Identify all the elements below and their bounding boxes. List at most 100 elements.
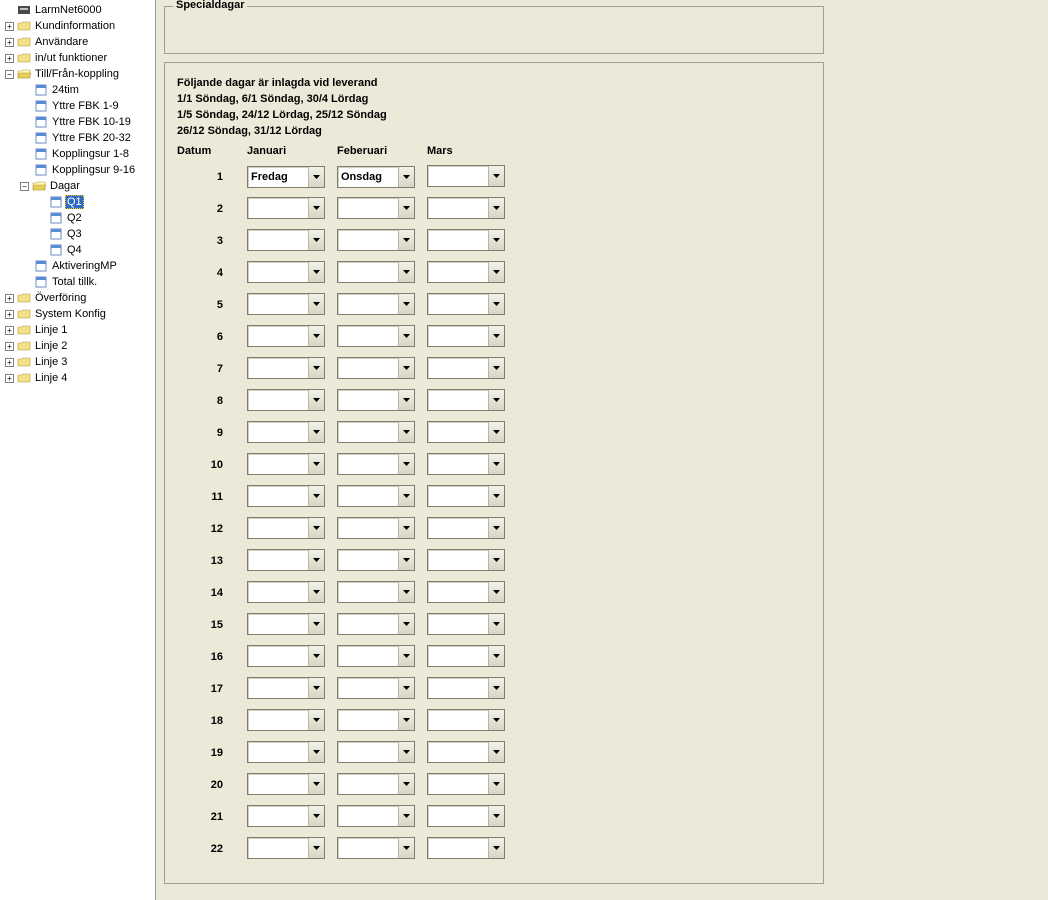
- dropdown-button[interactable]: [488, 390, 504, 410]
- dropdown-button[interactable]: [308, 710, 324, 730]
- tree-node[interactable]: −Till/Från-koppling: [0, 66, 155, 82]
- mars-combo[interactable]: [427, 357, 505, 379]
- feberuari-combo[interactable]: [337, 325, 415, 347]
- dropdown-button[interactable]: [308, 614, 324, 634]
- feberuari-combo[interactable]: [337, 357, 415, 379]
- mars-combo[interactable]: [427, 773, 505, 795]
- dropdown-button[interactable]: [308, 167, 324, 187]
- tree-node[interactable]: Yttre FBK 10-19: [0, 114, 155, 130]
- mars-combo[interactable]: [427, 677, 505, 699]
- dropdown-button[interactable]: [488, 358, 504, 378]
- dropdown-button[interactable]: [488, 326, 504, 346]
- dropdown-button[interactable]: [398, 262, 414, 282]
- mars-combo[interactable]: [427, 613, 505, 635]
- januari-combo[interactable]: [247, 485, 325, 507]
- dropdown-button[interactable]: [398, 774, 414, 794]
- tree-node[interactable]: Total tillk.: [0, 274, 155, 290]
- mars-combo[interactable]: [427, 261, 505, 283]
- dropdown-button[interactable]: [398, 806, 414, 826]
- mars-combo[interactable]: [427, 709, 505, 731]
- tree-node[interactable]: +Linje 3: [0, 354, 155, 370]
- dropdown-button[interactable]: [308, 198, 324, 218]
- feberuari-combo[interactable]: [337, 517, 415, 539]
- dropdown-button[interactable]: [488, 198, 504, 218]
- dropdown-button[interactable]: [488, 678, 504, 698]
- tree-node[interactable]: +Användare: [0, 34, 155, 50]
- dropdown-button[interactable]: [398, 742, 414, 762]
- dropdown-button[interactable]: [488, 486, 504, 506]
- feberuari-combo[interactable]: [337, 709, 415, 731]
- feberuari-combo[interactable]: [337, 453, 415, 475]
- dropdown-button[interactable]: [488, 582, 504, 602]
- tree-node[interactable]: AktiveringMP: [0, 258, 155, 274]
- januari-combo[interactable]: [247, 389, 325, 411]
- dropdown-button[interactable]: [488, 614, 504, 634]
- tree-node[interactable]: Yttre FBK 20-32: [0, 130, 155, 146]
- dropdown-button[interactable]: [488, 166, 504, 186]
- dropdown-button[interactable]: [398, 614, 414, 634]
- januari-combo[interactable]: [247, 229, 325, 251]
- tree-panel[interactable]: LarmNet6000 +Kundinformation+Användare+i…: [0, 0, 156, 900]
- dropdown-button[interactable]: [308, 294, 324, 314]
- tree-expander-icon[interactable]: +: [5, 38, 14, 47]
- mars-combo[interactable]: [427, 837, 505, 859]
- dropdown-button[interactable]: [398, 294, 414, 314]
- tree-node[interactable]: Q4: [0, 242, 155, 258]
- januari-combo[interactable]: [247, 453, 325, 475]
- tree-expander-icon[interactable]: −: [5, 70, 14, 79]
- tree-node[interactable]: +Linje 1: [0, 322, 155, 338]
- januari-combo[interactable]: Fredag: [247, 166, 325, 188]
- feberuari-combo[interactable]: [337, 261, 415, 283]
- dropdown-button[interactable]: [308, 486, 324, 506]
- dropdown-button[interactable]: [398, 167, 414, 187]
- dropdown-button[interactable]: [308, 358, 324, 378]
- mars-combo[interactable]: [427, 389, 505, 411]
- tree-expander-icon[interactable]: +: [5, 22, 14, 31]
- tree-node[interactable]: +Linje 4: [0, 370, 155, 386]
- januari-combo[interactable]: [247, 581, 325, 603]
- dropdown-button[interactable]: [398, 486, 414, 506]
- dropdown-button[interactable]: [398, 518, 414, 538]
- feberuari-combo[interactable]: [337, 645, 415, 667]
- januari-combo[interactable]: [247, 805, 325, 827]
- dropdown-button[interactable]: [308, 454, 324, 474]
- mars-combo[interactable]: [427, 421, 505, 443]
- dropdown-button[interactable]: [488, 230, 504, 250]
- feberuari-combo[interactable]: [337, 805, 415, 827]
- feberuari-combo[interactable]: [337, 229, 415, 251]
- feberuari-combo[interactable]: [337, 837, 415, 859]
- dropdown-button[interactable]: [308, 742, 324, 762]
- januari-combo[interactable]: [247, 261, 325, 283]
- januari-combo[interactable]: [247, 741, 325, 763]
- tree-expander-icon[interactable]: +: [5, 326, 14, 335]
- tree-node[interactable]: +System Konfig: [0, 306, 155, 322]
- dropdown-button[interactable]: [398, 358, 414, 378]
- mars-combo[interactable]: [427, 453, 505, 475]
- dropdown-button[interactable]: [308, 422, 324, 442]
- tree-node[interactable]: +Överföring: [0, 290, 155, 306]
- tree-node[interactable]: Q2: [0, 210, 155, 226]
- tree-expander-icon[interactable]: +: [5, 294, 14, 303]
- mars-combo[interactable]: [427, 293, 505, 315]
- tree-expander-icon[interactable]: +: [5, 342, 14, 351]
- dropdown-button[interactable]: [308, 806, 324, 826]
- dropdown-button[interactable]: [398, 678, 414, 698]
- mars-combo[interactable]: [427, 325, 505, 347]
- mars-combo[interactable]: [427, 581, 505, 603]
- dropdown-button[interactable]: [488, 806, 504, 826]
- tree-expander-icon[interactable]: −: [20, 182, 29, 191]
- dropdown-button[interactable]: [308, 774, 324, 794]
- feberuari-combo[interactable]: [337, 581, 415, 603]
- januari-combo[interactable]: [247, 837, 325, 859]
- mars-combo[interactable]: [427, 805, 505, 827]
- januari-combo[interactable]: [247, 613, 325, 635]
- januari-combo[interactable]: [247, 645, 325, 667]
- tree-expander-icon[interactable]: +: [5, 310, 14, 319]
- dropdown-button[interactable]: [308, 326, 324, 346]
- dropdown-button[interactable]: [398, 838, 414, 858]
- dropdown-button[interactable]: [398, 422, 414, 442]
- tree-node[interactable]: 24tim: [0, 82, 155, 98]
- dropdown-button[interactable]: [308, 838, 324, 858]
- tree-node[interactable]: +Kundinformation: [0, 18, 155, 34]
- feberuari-combo[interactable]: Onsdag: [337, 166, 415, 188]
